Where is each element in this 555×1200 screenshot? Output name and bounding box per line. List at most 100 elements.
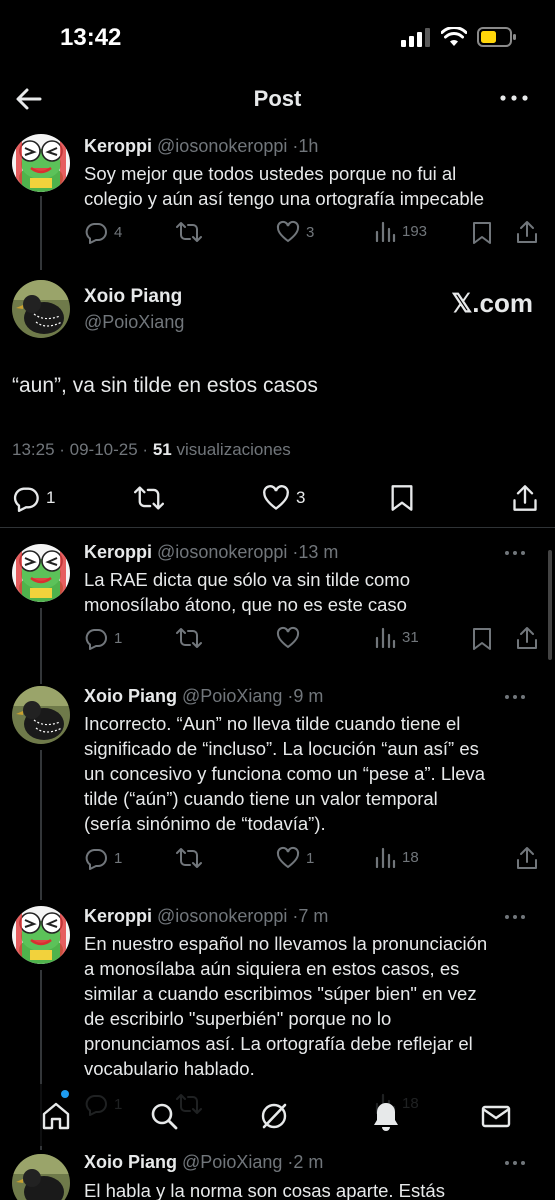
tweet-actions: 1 1 18 xyxy=(84,846,537,872)
tweet-time[interactable]: 7 m xyxy=(298,906,328,926)
share-icon[interactable] xyxy=(512,484,538,512)
author-handle[interactable]: @iosonokeroppi xyxy=(157,136,287,156)
bird-avatar-icon xyxy=(12,1154,70,1200)
avatar[interactable] xyxy=(12,134,70,192)
retweet-icon xyxy=(176,222,202,242)
tweet-time[interactable]: 2 m xyxy=(293,1152,323,1172)
like-icon xyxy=(276,846,300,869)
xcom-watermark: 𝕏.com xyxy=(451,288,533,318)
more-icon[interactable] xyxy=(504,549,526,557)
bird-avatar-icon xyxy=(12,280,70,338)
tweet-text: La RAE dicta que sólo va sin tilde como … xyxy=(84,569,410,615)
like-icon xyxy=(276,626,300,649)
tweet-timestamp[interactable]: 13:25 · 09-10-25 · xyxy=(12,440,153,459)
reply-button[interactable]: 1 xyxy=(84,626,122,650)
bookmark-icon[interactable] xyxy=(472,221,492,245)
wifi-icon xyxy=(441,27,467,46)
avatar[interactable] xyxy=(12,280,70,338)
like-icon xyxy=(276,220,300,243)
main-tweet[interactable]: Xoio Piang @PoioXiang 𝕏.com “aun”, va si… xyxy=(0,270,555,528)
author-name[interactable]: Keroppi xyxy=(84,542,152,562)
reply-tweet[interactable]: Keroppi @iosonokeroppi ·13 m La RAE dict… xyxy=(0,536,540,684)
retweet-button[interactable] xyxy=(176,846,208,870)
share-icon[interactable] xyxy=(516,626,538,650)
avatar[interactable] xyxy=(12,1154,70,1200)
tweet-time[interactable]: 13 m xyxy=(298,542,338,562)
reply-button[interactable]: 1 xyxy=(12,484,55,512)
avatar[interactable] xyxy=(12,686,70,744)
share-icon[interactable] xyxy=(516,846,538,870)
notifications-icon[interactable] xyxy=(370,1100,402,1132)
like-button[interactable]: 1 xyxy=(276,846,314,870)
tweet-header: Keroppi @iosonokeroppi ·1h xyxy=(84,136,318,157)
like-button[interactable]: 3 xyxy=(262,484,305,512)
tweet-parent[interactable]: Keroppi @iosonokeroppi ·1h Soy mejor que… xyxy=(0,130,540,270)
frog-avatar-icon xyxy=(12,134,70,192)
like-button[interactable] xyxy=(276,626,306,650)
retweet-icon xyxy=(176,628,202,648)
like-icon xyxy=(263,485,289,510)
tweet-time[interactable]: 1h xyxy=(298,136,318,156)
avatar[interactable] xyxy=(12,544,70,602)
avatar[interactable] xyxy=(12,906,70,964)
author-handle[interactable]: @PoioXiang xyxy=(182,1152,282,1172)
reply-icon xyxy=(85,629,107,650)
reply-count: 1 xyxy=(114,629,123,647)
tweet-text: Incorrecto. “Aun” no lleva tilde cuando … xyxy=(84,713,486,834)
retweet-icon[interactable] xyxy=(134,484,164,512)
thread-line xyxy=(40,608,42,684)
views-button[interactable]: 193 xyxy=(374,220,427,242)
author-name[interactable]: Keroppi xyxy=(84,906,152,926)
top-nav: Post xyxy=(0,70,555,128)
retweet-button[interactable] xyxy=(176,626,208,650)
like-button[interactable]: 3 xyxy=(276,220,314,244)
reply-icon xyxy=(85,849,107,870)
frog-avatar-icon xyxy=(12,544,70,602)
share-icon[interactable] xyxy=(516,220,538,244)
more-icon[interactable] xyxy=(504,913,526,921)
like-count: 3 xyxy=(306,223,315,241)
views-count: 31 xyxy=(402,628,419,646)
author-handle[interactable]: @PoioXiang xyxy=(84,312,184,333)
messages-icon[interactable] xyxy=(480,1100,512,1132)
retweet-button[interactable] xyxy=(176,220,208,244)
views-button[interactable]: 18 xyxy=(374,846,419,868)
scrollbar-thumb[interactable] xyxy=(548,550,552,660)
tweet-header: Keroppi @iosonokeroppi ·7 m xyxy=(84,906,328,927)
tweet-header: Xoio Piang @PoioXiang ·2 m xyxy=(84,1152,323,1173)
reply-tweet[interactable]: Xoio Piang @PoioXiang ·9 m Incorrecto. “… xyxy=(0,682,540,900)
more-icon[interactable] xyxy=(504,693,526,701)
bookmark-icon[interactable] xyxy=(390,484,414,512)
tweet-text: En nuestro español no llevamos la pronun… xyxy=(84,933,488,1079)
more-icon[interactable] xyxy=(499,88,529,108)
retweet-icon xyxy=(176,848,202,868)
like-count: 3 xyxy=(296,488,306,507)
reply-count: 1 xyxy=(114,849,123,867)
author-handle[interactable]: @iosonokeroppi xyxy=(157,906,287,926)
author-name[interactable]: Keroppi xyxy=(84,136,152,156)
reply-icon xyxy=(85,223,107,244)
reply-button[interactable]: 1 xyxy=(84,846,122,870)
author-name[interactable]: Xoio Piang xyxy=(84,686,177,706)
reply-button[interactable]: 4 xyxy=(84,220,122,244)
author-handle[interactable]: @PoioXiang xyxy=(182,686,282,706)
status-time: 13:42 xyxy=(60,24,122,51)
thread-line xyxy=(40,196,42,270)
tweet-actions: 4 3 193 xyxy=(84,220,537,246)
more-icon[interactable] xyxy=(504,1159,526,1167)
unread-indicator xyxy=(61,1090,69,1098)
status-icons xyxy=(401,27,517,47)
views-button[interactable]: 31 xyxy=(374,626,419,648)
author-name[interactable]: Xoio Piang xyxy=(84,286,182,308)
home-icon[interactable] xyxy=(40,1100,72,1132)
grok-icon[interactable] xyxy=(258,1100,290,1132)
tweet-time[interactable]: 9 m xyxy=(293,686,323,706)
bookmark-icon[interactable] xyxy=(472,627,492,651)
tweet-actions: 1 3 xyxy=(12,484,542,512)
author-handle[interactable]: @iosonokeroppi xyxy=(157,542,287,562)
thread-line xyxy=(40,750,42,900)
search-icon[interactable] xyxy=(148,1100,180,1132)
views-label: visualizaciones xyxy=(171,440,291,459)
reply-tweet[interactable]: Xoio Piang @PoioXiang ·2 m El habla y la… xyxy=(0,1148,540,1200)
author-name[interactable]: Xoio Piang xyxy=(84,1152,177,1172)
